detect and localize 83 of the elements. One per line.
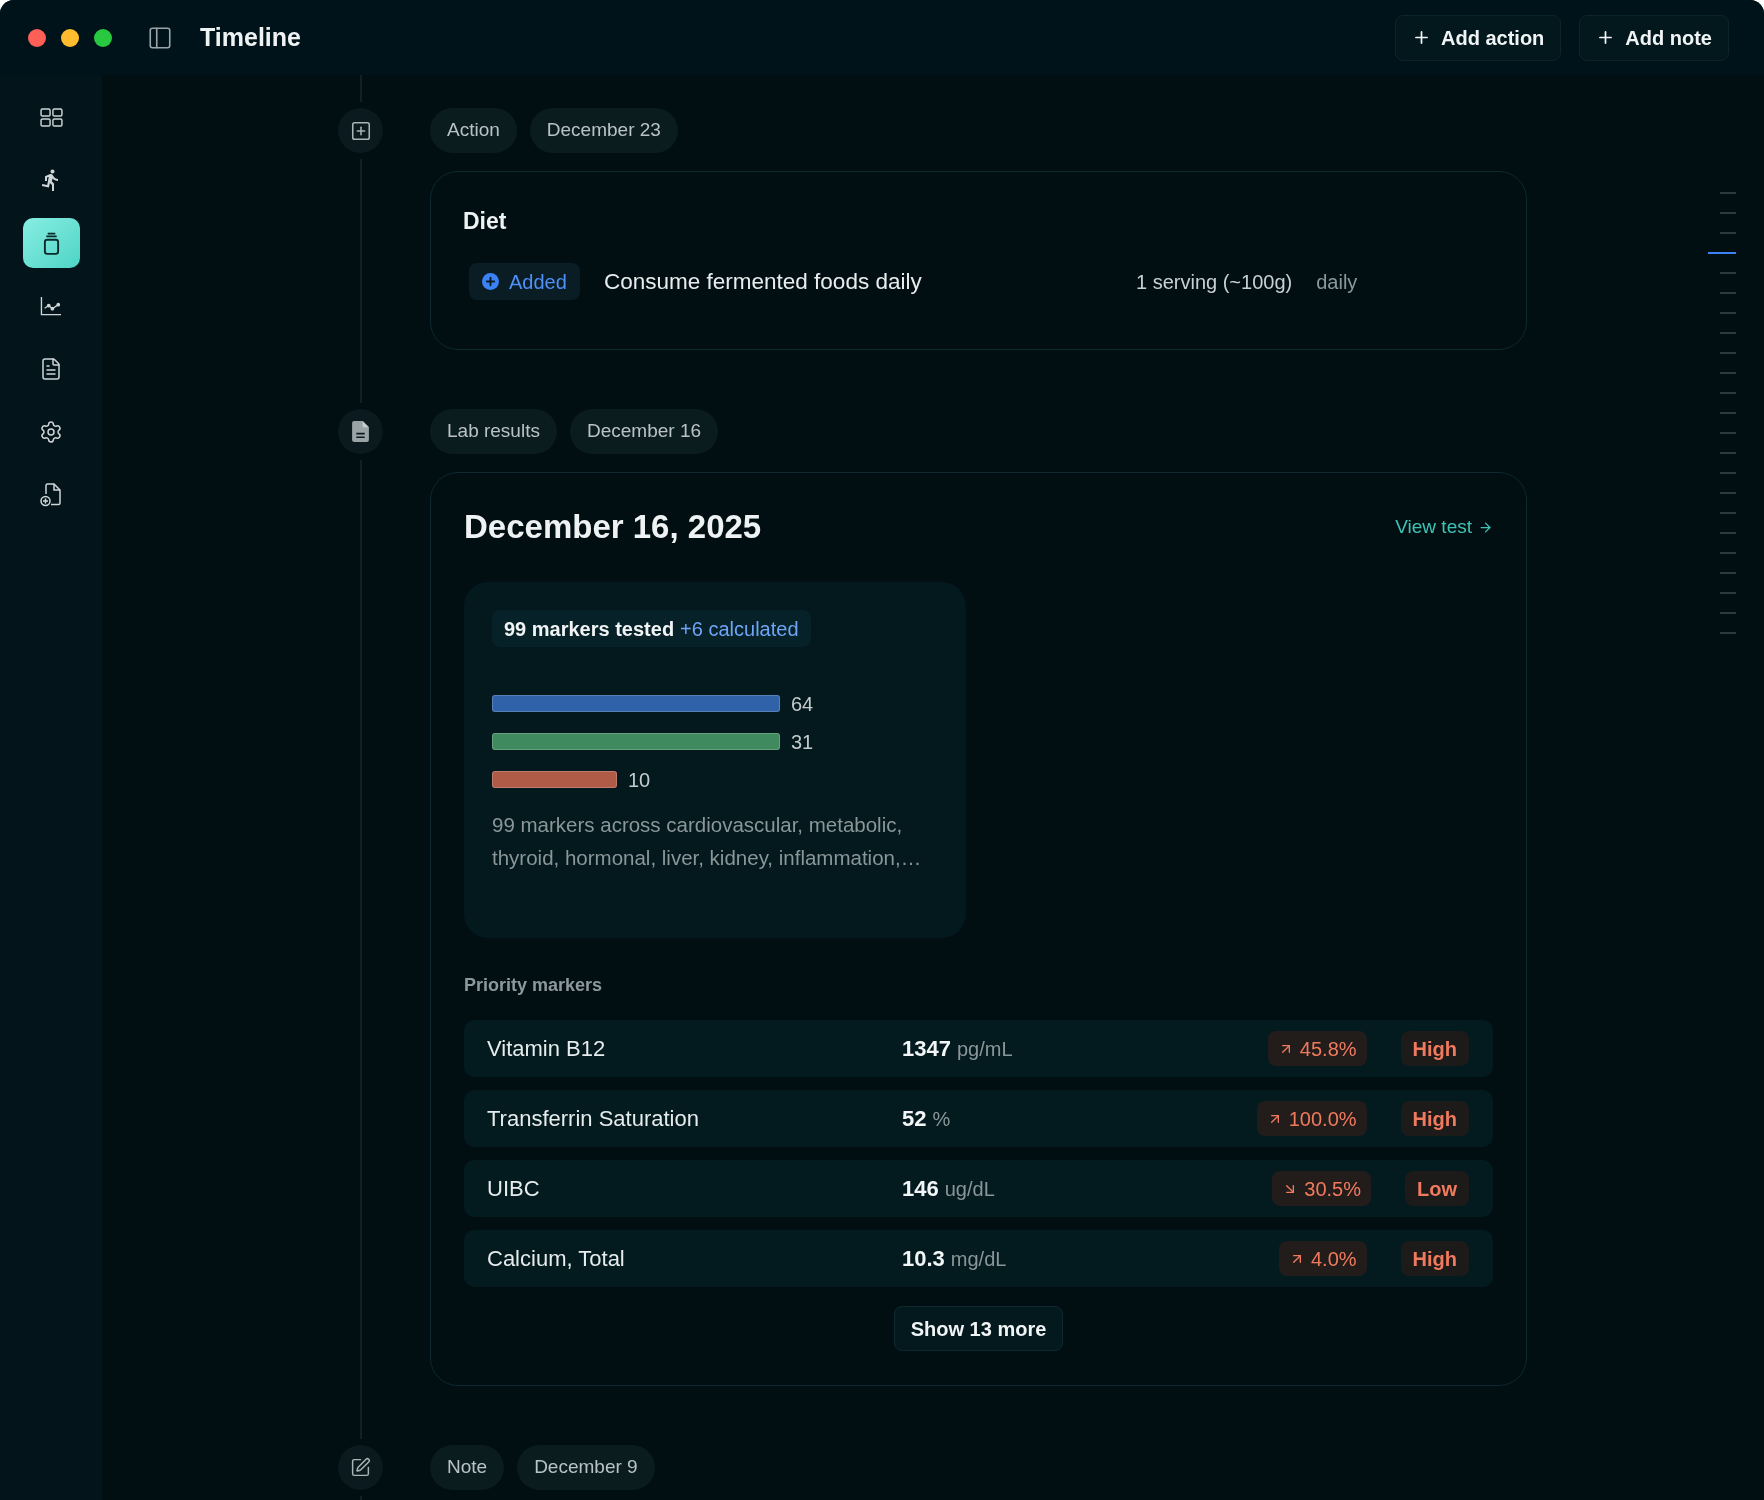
scrubber-tick[interactable] (1720, 212, 1736, 214)
scrubber-tick[interactable] (1720, 292, 1736, 294)
sidebar-toggle-icon[interactable] (146, 24, 174, 51)
minimize-button[interactable] (61, 28, 79, 47)
marker-value: 10.3 mg/dL (902, 1245, 1007, 1273)
summary-description: 99 markers across cardiovascular, metabolic, thyroid, hormonal, liver, kidney, inflammation,… (492, 812, 923, 871)
scrubber-tick[interactable] (1720, 452, 1736, 454)
entry-date-tag: December 16 (569, 409, 718, 454)
document-icon (352, 421, 369, 442)
marker-name: Transferrin Saturation (487, 1105, 700, 1133)
status-badge: High (1400, 1101, 1469, 1136)
amount-text: 1 serving (~100g) (1136, 269, 1293, 295)
scrubber-tick[interactable] (1720, 392, 1736, 394)
bar-count: 31 (791, 729, 814, 755)
file-plus-icon (40, 483, 62, 507)
scrubber-tick[interactable] (1720, 532, 1736, 534)
scrubber-tick[interactable] (1720, 492, 1736, 494)
marker-row[interactable]: Calcium, Total 10.3 mg/dL 4.0% High (464, 1230, 1493, 1287)
scrubber-tick[interactable] (1720, 592, 1736, 594)
arrow-right-icon (1478, 519, 1493, 535)
scrubber-tick[interactable] (1720, 632, 1736, 634)
scrubber-tick[interactable] (1720, 272, 1736, 274)
show-more-button[interactable]: Show 13 more (893, 1306, 1064, 1351)
close-button[interactable] (28, 28, 46, 47)
status-badge: High (1400, 1241, 1469, 1276)
marker-row[interactable]: UIBC 146 ug/dL 30.5% Low (464, 1160, 1493, 1217)
marker-value: 1347 pg/mL (902, 1035, 1013, 1063)
pen-square-icon (350, 1457, 371, 1478)
change-value: 4.0% (1310, 1246, 1357, 1272)
marker-value: 52 % (902, 1105, 951, 1133)
change-value: 45.8% (1299, 1036, 1357, 1062)
line-chart-icon (40, 296, 62, 316)
marker-row[interactable]: Transferrin Saturation 52 % 100.0% High (464, 1090, 1493, 1147)
scrubber-tick[interactable] (1720, 412, 1736, 414)
scrubber-tick[interactable] (1720, 472, 1736, 474)
marker-name: UIBC (487, 1175, 541, 1203)
entry-date-tag: December 9 (517, 1445, 655, 1490)
scrubber-tick[interactable] (1720, 572, 1736, 574)
status-label: Added (509, 269, 567, 295)
change-value: 30.5% (1304, 1176, 1361, 1202)
plus-square-icon (349, 119, 372, 142)
scrubber-tick[interactable] (1720, 372, 1736, 374)
marker-name: Vitamin B12 (487, 1035, 607, 1063)
scrubber-tick[interactable] (1720, 512, 1736, 514)
marker-row[interactable]: Vitamin B12 1347 pg/mL 45.8% High (464, 1020, 1493, 1077)
scrubber-tick[interactable] (1708, 252, 1736, 254)
add-button[interactable]: Add note (1579, 14, 1729, 61)
card-title: December 16, 2025 (464, 507, 762, 548)
action-text: Consume fermented foods daily (604, 267, 923, 296)
jar-icon (42, 231, 60, 255)
entry-type-tag: Lab results (430, 409, 557, 454)
entry-type-tag: Note (430, 1445, 505, 1490)
scrubber-tick[interactable] (1720, 192, 1736, 194)
sidebar-item[interactable] (22, 218, 80, 268)
section-heading: Priority markers (464, 974, 604, 996)
scrubber-tick[interactable] (1720, 552, 1736, 554)
scrubber-tick[interactable] (1720, 352, 1736, 354)
status-badge: Low (1405, 1171, 1469, 1206)
card-title: Diet (463, 207, 508, 235)
window-title: Timeline (200, 21, 301, 53)
frequency-text: daily (1316, 269, 1358, 295)
change-value: 100.0% (1288, 1106, 1357, 1132)
scrubber-tick[interactable] (1720, 232, 1736, 234)
entry-type-tag: Action (430, 108, 517, 153)
view-test-link[interactable]: View test (1395, 512, 1493, 542)
status-badge: High (1400, 1031, 1469, 1066)
plus-icon (1412, 28, 1431, 47)
bar-count: 64 (791, 691, 814, 717)
scrubber-tick[interactable] (1720, 612, 1736, 614)
plus-circle-icon (482, 273, 499, 290)
scrubber-tick[interactable] (1720, 312, 1736, 314)
grid-icon (39, 107, 63, 127)
scrubber-tick[interactable] (1720, 332, 1736, 334)
entry-date-tag: December 23 (529, 108, 678, 153)
settings-icon (39, 420, 63, 444)
scrubber-tick[interactable] (1720, 432, 1736, 434)
markers-count-badge: 99 markers tested +6 calculated (492, 610, 811, 647)
document-icon (39, 357, 63, 381)
zoom-button[interactable] (94, 28, 112, 47)
marker-name: Calcium, Total (487, 1245, 626, 1273)
bar-count: 10 (628, 767, 651, 793)
marker-value: 146 ug/dL (902, 1175, 995, 1203)
add-button[interactable]: Add action (1395, 14, 1562, 61)
